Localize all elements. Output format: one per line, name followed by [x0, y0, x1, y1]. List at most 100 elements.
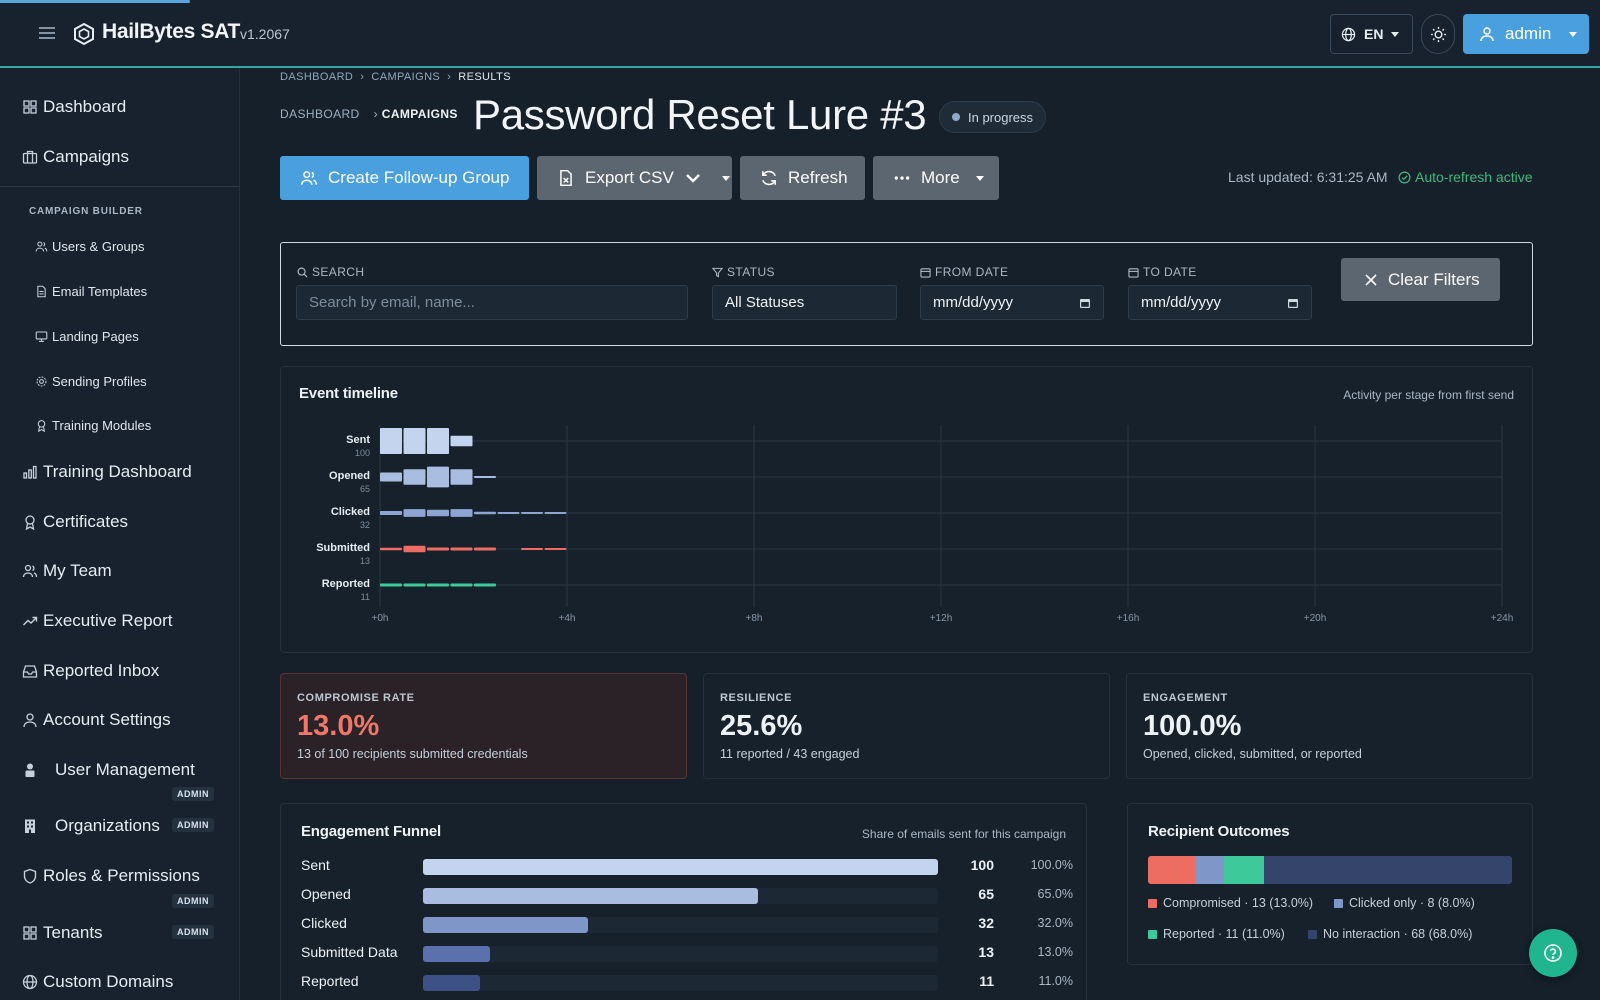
- sidebar-item-account-settings[interactable]: Account Settings: [22, 710, 171, 730]
- sidebar-item-certificates[interactable]: Certificates: [22, 512, 128, 532]
- sidebar-item-label: Certificates: [43, 512, 129, 531]
- funnel-bar: [423, 859, 938, 875]
- stat-description: 11 reported / 43 engaged: [720, 747, 860, 761]
- building-icon: [25, 819, 35, 833]
- funnel-percent: 32.0%: [1037, 916, 1073, 930]
- breadcrumb-link[interactable]: CAMPAIGNS: [371, 71, 440, 83]
- refresh-button[interactable]: Refresh: [740, 156, 865, 200]
- search-input[interactable]: Search by email, name...: [296, 285, 688, 320]
- auto-refresh-label: Auto-refresh active: [1415, 169, 1533, 185]
- sidebar-item-executive-report[interactable]: Executive Report: [22, 611, 172, 631]
- breadcrumb-link[interactable]: DASHBOARD: [280, 107, 360, 121]
- to-date-input[interactable]: mm/dd/yyyy: [1128, 285, 1312, 320]
- from-date-input[interactable]: mm/dd/yyyy: [920, 285, 1104, 320]
- timeline-bar: [521, 547, 543, 551]
- timeline-bar: [380, 583, 402, 587]
- sidebar-item-label: Account Settings: [43, 710, 171, 729]
- loading-bar: [0, 0, 190, 3]
- funnel-row: Clicked 32 32.0%: [301, 914, 1091, 934]
- timeline-bar: [544, 511, 567, 515]
- calendar-icon: [1128, 267, 1139, 278]
- x-tick-label: +4h: [559, 613, 576, 624]
- sidebar-item-custom-domains[interactable]: Custom Domains: [22, 972, 173, 992]
- sidebar-item-tenants[interactable]: Tenants: [22, 923, 103, 943]
- user-menu-button[interactable]: admin: [1463, 14, 1589, 54]
- language-label: EN: [1364, 26, 1384, 42]
- more-button[interactable]: More: [873, 156, 999, 200]
- x-tick-label: +12h: [930, 613, 953, 624]
- timeline-bar: [521, 511, 543, 515]
- stage-count: 65: [360, 484, 370, 494]
- create-follow-up-group-button[interactable]: Create Follow-up Group: [280, 156, 529, 200]
- caret-down-icon: [1569, 31, 1578, 37]
- users-icon: [22, 564, 38, 578]
- stage-count: 11: [361, 592, 370, 602]
- clear-filters-button[interactable]: Clear Filters: [1341, 258, 1500, 301]
- status-select[interactable]: All Statuses: [712, 285, 897, 320]
- sidebar-item-organizations[interactable]: Organizations: [22, 816, 160, 836]
- funnel-percent: 100.0%: [1030, 858, 1073, 872]
- sidebar-item-label: Organizations: [55, 816, 160, 835]
- legend-item: Compromised · 13 (13.0%): [1148, 896, 1313, 910]
- sidebar-item-training-dashboard[interactable]: Training Dashboard: [22, 462, 192, 482]
- trending-up-icon: [23, 616, 38, 626]
- sidebar-item-label: Dashboard: [43, 97, 127, 116]
- theme-toggle-button[interactable]: [1421, 14, 1455, 54]
- sidebar-item-my-team[interactable]: My Team: [22, 561, 112, 581]
- gear-icon: [36, 376, 47, 387]
- legend-item: Clicked only · 8 (8.0%): [1334, 896, 1475, 910]
- help-button[interactable]: [1529, 929, 1577, 977]
- x-tick-label: +0h: [372, 613, 389, 624]
- stage-label: Opened: [329, 470, 370, 482]
- timeline-bar: [403, 583, 426, 587]
- stage-count: 32: [360, 520, 370, 530]
- sidebar: Dashboard Campaigns CAMPAIGN BUILDER Use…: [0, 68, 240, 1000]
- sidebar-item-sending-profiles[interactable]: Sending Profiles: [35, 374, 147, 389]
- funnel-row: Submitted Data 13 13.0%: [301, 943, 1091, 963]
- sidebar-sub-label: Landing Pages: [52, 329, 139, 344]
- stage-count: 13: [360, 556, 370, 566]
- timeline-bar: [450, 469, 473, 485]
- card-title: Recipient Outcomes: [1148, 823, 1290, 840]
- breadcrumb-separator: ›: [447, 71, 452, 83]
- breadcrumb-link[interactable]: › CAMPAIGNS: [374, 107, 458, 121]
- sidebar-item-reported-inbox[interactable]: Reported Inbox: [22, 661, 159, 681]
- export-csv-button[interactable]: Export CSV: [537, 156, 732, 200]
- sidebar-item-campaigns[interactable]: Campaigns: [22, 147, 129, 167]
- sidebar-item-label: Executive Report: [43, 611, 173, 630]
- caret-down-icon[interactable]: [721, 175, 730, 181]
- help-icon: [1544, 944, 1562, 962]
- timeline-bar: [380, 511, 402, 515]
- page-title: Password Reset Lure #3: [473, 91, 927, 138]
- calendar-icon[interactable]: [1287, 297, 1299, 309]
- outcome-segment: [1264, 856, 1512, 884]
- button-label: Clear Filters: [1388, 269, 1480, 289]
- sidebar-item-user-management[interactable]: User Management: [22, 760, 195, 780]
- sidebar-item-users-groups[interactable]: Users & Groups: [35, 239, 144, 254]
- breadcrumb-link[interactable]: DASHBOARD: [280, 71, 353, 83]
- sidebar-sub-label: Sending Profiles: [52, 374, 147, 389]
- calendar-icon[interactable]: [1079, 297, 1091, 309]
- search-icon: [297, 267, 308, 278]
- sidebar-item-landing-pages[interactable]: Landing Pages: [35, 329, 139, 344]
- stat-description: 13 of 100 recipients submitted credentia…: [297, 747, 528, 761]
- sidebar-item-label: Campaigns: [43, 147, 129, 166]
- sidebar-sub-label: Users & Groups: [52, 239, 145, 254]
- language-select[interactable]: EN: [1330, 14, 1413, 54]
- sidebar-item-dashboard[interactable]: Dashboard: [22, 97, 126, 117]
- caret-down-icon: [1391, 31, 1400, 37]
- stat-card-resilience: RESILIENCE 25.6% 11 reported / 43 engage…: [703, 673, 1110, 779]
- funnel-label: Opened: [301, 886, 351, 902]
- status-dot-icon: [952, 113, 960, 121]
- sidebar-item-training-modules[interactable]: Training Modules: [35, 418, 151, 433]
- sidebar-sub-label: Email Templates: [52, 284, 148, 299]
- label-text: FROM DATE: [935, 265, 1009, 279]
- sidebar-item-email-templates[interactable]: Email Templates: [35, 284, 147, 299]
- menu-icon[interactable]: [38, 24, 56, 42]
- sidebar-item-roles-permissions[interactable]: Roles & Permissions: [22, 866, 200, 886]
- user-lock-icon: [25, 763, 35, 777]
- sidebar-item-label: Custom Domains: [43, 972, 174, 991]
- timeline-bar: [427, 428, 449, 454]
- breadcrumb: DASHBOARD › CAMPAIGNS › RESULTS: [280, 71, 511, 83]
- top-bar: HailBytes SAT v1.2067 EN admin: [0, 0, 1600, 68]
